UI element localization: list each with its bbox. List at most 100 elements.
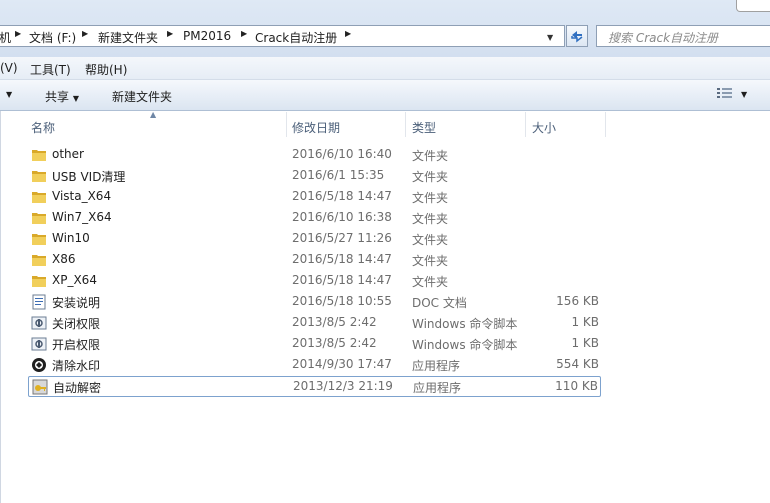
breadcrumb-separator-icon[interactable]: ▶ (15, 29, 21, 38)
file-name: 自动解密 (53, 381, 102, 395)
file-size: 1 KB (571, 336, 599, 350)
file-date: 2016/5/18 14:47 (292, 252, 392, 266)
file-type: DOC 文档 (412, 296, 467, 310)
file-date: 2016/6/10 16:40 (292, 147, 392, 161)
folder-icon (31, 189, 47, 205)
file-name: Vista_X64 (52, 189, 112, 203)
app-icon (31, 357, 47, 373)
file-type: 文件夹 (412, 149, 449, 163)
file-date: 2016/6/1 15:35 (292, 168, 385, 182)
file-row[interactable]: 安装说明 2016/5/18 10:55 DOC 文档 156 KB (28, 292, 601, 313)
file-row[interactable]: Win7_X64 2016/6/10 16:38 文件夹 (28, 208, 601, 229)
file-type: 应用程序 (413, 381, 462, 395)
app-key-icon (32, 379, 48, 395)
breadcrumb-separator-icon[interactable]: ▶ (345, 29, 351, 38)
file-name: 开启权限 (52, 338, 101, 352)
file-date: 2016/5/18 14:47 (292, 273, 392, 287)
column-header-type-label: 类型 (412, 121, 437, 135)
file-row[interactable]: 开启权限 2013/8/5 2:42 Windows 命令脚本 1 KB (28, 334, 601, 355)
file-name: 清除水印 (52, 359, 101, 373)
search-input[interactable]: 搜索 Crack自动注册 (596, 25, 770, 47)
file-date: 2013/8/5 2:42 (292, 315, 377, 329)
file-date: 2016/6/10 16:38 (292, 210, 392, 224)
folder-icon (31, 273, 47, 289)
file-row[interactable]: Win10 2016/5/27 11:26 文件夹 (28, 229, 601, 250)
file-type: Windows 命令脚本 (412, 338, 518, 352)
breadcrumb-pm2016[interactable]: PM2016 (183, 29, 231, 43)
refresh-button[interactable] (566, 25, 588, 47)
file-type: 文件夹 (412, 212, 449, 226)
file-row[interactable]: XP_X64 2016/5/18 14:47 文件夹 (28, 271, 601, 292)
address-dropdown-icon[interactable]: ▼ (547, 33, 553, 42)
file-row[interactable]: 关闭权限 2013/8/5 2:42 Windows 命令脚本 1 KB (28, 313, 601, 334)
file-type: 文件夹 (412, 191, 449, 205)
file-name: Win7_X64 (52, 210, 112, 224)
breadcrumb-separator-icon[interactable]: ▶ (241, 29, 247, 38)
refresh-icon (571, 31, 583, 43)
file-row[interactable]: Vista_X64 2016/5/18 14:47 文件夹 (28, 187, 601, 208)
folder-icon (31, 231, 47, 247)
breadcrumb-new-folder[interactable]: 新建文件夹 (98, 29, 158, 46)
file-date: 2016/5/18 14:47 (292, 189, 392, 203)
file-type: 文件夹 (412, 254, 449, 268)
file-size: 1 KB (571, 315, 599, 329)
menu-view[interactable]: (V) (0, 61, 18, 75)
chevron-down-icon[interactable]: ▼ (6, 90, 12, 99)
folder-icon (31, 210, 47, 226)
column-header-name[interactable]: 名称 (28, 113, 286, 138)
search-placeholder: 搜索 Crack自动注册 (608, 31, 719, 45)
column-header-size-label: 大小 (532, 121, 557, 135)
file-row[interactable]: USB VID清理 2016/6/1 15:35 文件夹 (28, 166, 601, 187)
file-name: USB VID清理 (52, 170, 126, 184)
menu-tools[interactable]: 工具(T) (30, 61, 71, 78)
column-header-date-label: 修改日期 (292, 121, 341, 135)
file-size: 156 KB (556, 294, 599, 308)
file-row[interactable]: 清除水印 2014/9/30 17:47 应用程序 554 KB (28, 355, 601, 376)
file-row[interactable]: X86 2016/5/18 14:47 文件夹 (28, 250, 601, 271)
file-row[interactable]: other 2016/6/10 16:40 文件夹 (28, 145, 601, 166)
file-type: 文件夹 (412, 233, 449, 247)
command-bar: ▼ 共享 ▼ 新建文件夹 ▼ (0, 80, 770, 111)
chevron-down-icon[interactable]: ▼ (741, 90, 747, 99)
window-close-button[interactable] (736, 0, 770, 12)
document-icon (31, 294, 47, 310)
file-type: 文件夹 (412, 170, 449, 184)
view-options-button[interactable] (717, 87, 733, 104)
breadcrumb-separator-icon[interactable]: ▶ (167, 29, 173, 38)
menu-bar: (V) 工具(T) 帮助(H) (0, 57, 770, 80)
folder-icon (31, 147, 47, 163)
chevron-down-icon: ▼ (72, 94, 79, 103)
column-header-date[interactable]: 修改日期 (287, 113, 405, 138)
share-label: 共享 (45, 90, 70, 104)
script-icon (31, 315, 47, 331)
breadcrumb-drive[interactable]: 文档 (F:) (29, 29, 76, 46)
folder-icon (31, 252, 47, 268)
breadcrumb-crack[interactable]: Crack自动注册 (255, 29, 337, 46)
file-date: 2016/5/18 10:55 (292, 294, 392, 308)
file-name: X86 (52, 252, 76, 266)
column-header-size[interactable]: 大小 (526, 113, 605, 138)
file-size: 110 KB (555, 379, 598, 393)
breadcrumb-separator-icon[interactable]: ▶ (82, 29, 88, 38)
file-type: Windows 命令脚本 (412, 317, 518, 331)
address-bar[interactable]: 机 ▶ 文档 (F:) ▶ 新建文件夹 ▶ PM2016 ▶ Crack自动注册… (0, 25, 565, 47)
column-header-name-label: 名称 (31, 121, 56, 135)
folder-icon (31, 168, 47, 184)
menu-help[interactable]: 帮助(H) (85, 61, 127, 78)
script-icon (31, 336, 47, 352)
file-type: 应用程序 (412, 359, 461, 373)
file-date: 2013/8/5 2:42 (292, 336, 377, 350)
file-row[interactable]: 自动解密 2013/12/3 21:19 应用程序 110 KB (28, 376, 601, 397)
column-divider[interactable] (605, 112, 606, 137)
column-header-type[interactable]: 类型 (406, 113, 525, 138)
file-name: Win10 (52, 231, 90, 245)
breadcrumb-computer[interactable]: 机 (0, 29, 11, 46)
file-date: 2013/12/3 21:19 (293, 379, 393, 393)
file-size: 554 KB (556, 357, 599, 371)
file-name: XP_X64 (52, 273, 97, 287)
file-name: 关闭权限 (52, 317, 101, 331)
new-folder-button[interactable]: 新建文件夹 (112, 88, 172, 105)
navigation-pane-edge (0, 111, 1, 503)
file-date: 2014/9/30 17:47 (292, 357, 392, 371)
share-button[interactable]: 共享 ▼ (45, 88, 79, 105)
